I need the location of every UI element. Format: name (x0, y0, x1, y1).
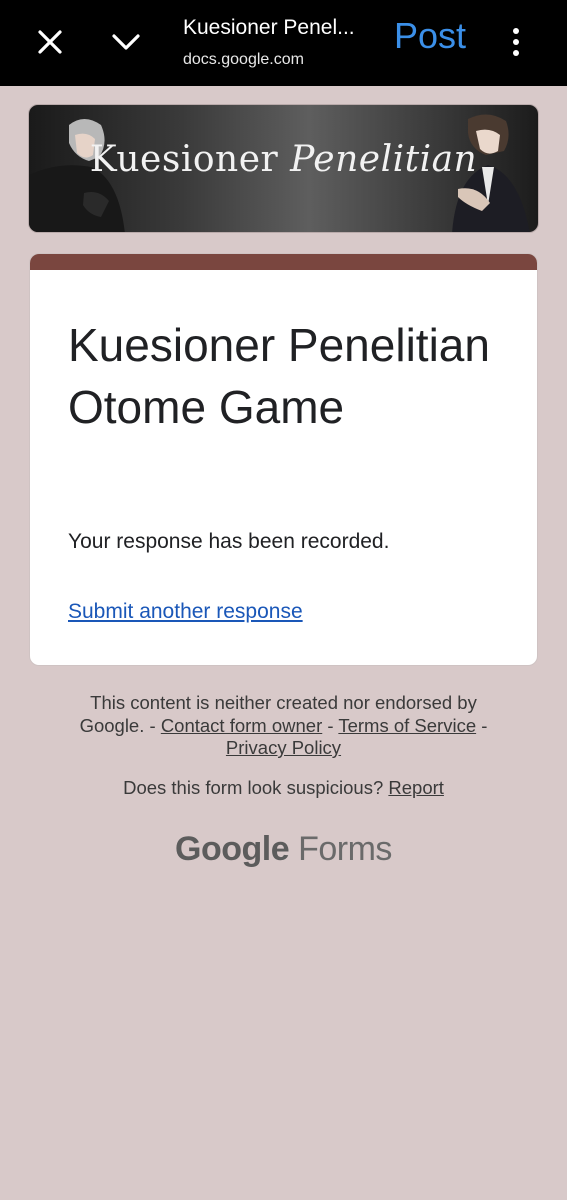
banner-title-italic: Penelitian (290, 139, 478, 180)
more-vert-icon[interactable] (496, 18, 536, 66)
separator: - (322, 714, 339, 736)
page-title: Kuesioner Penel... (183, 16, 355, 39)
terms-of-service-link[interactable]: Terms of Service (338, 715, 476, 736)
footer-disclaimer: This content is neither created nor endo… (60, 692, 507, 760)
suspicious-text: Does this form look suspicious? (123, 777, 389, 798)
submit-another-response-link[interactable]: Submit another response (68, 600, 303, 624)
confirmation-card: Kuesioner Penelitian Otome Game Your res… (29, 253, 538, 666)
forms-wordmark: Forms (298, 830, 392, 868)
form-header-banner: Kuesioner Penelitian (28, 104, 539, 233)
chevron-down-icon[interactable] (102, 18, 150, 66)
banner-title-main: Kuesioner (89, 139, 279, 180)
confirmation-message: Your response has been recorded. (68, 530, 390, 553)
banner-title: Kuesioner Penelitian (29, 139, 538, 180)
browser-top-bar: Kuesioner Penel... docs.google.com Post (0, 0, 567, 86)
page-title-group: Kuesioner Penel... docs.google.com (183, 14, 383, 70)
report-link[interactable]: Report (388, 777, 444, 798)
separator: - (476, 714, 488, 736)
google-wordmark: Google (175, 830, 290, 868)
google-forms-logo[interactable]: Google Forms (0, 830, 567, 869)
form-title: Kuesioner Penelitian Otome Game (68, 319, 490, 433)
privacy-policy-link[interactable]: Privacy Policy (226, 737, 341, 758)
card-accent-bar (30, 254, 537, 270)
post-button[interactable]: Post (394, 14, 466, 58)
report-line: Does this form look suspicious? Report (0, 777, 567, 799)
page-url: docs.google.com (183, 51, 304, 68)
contact-form-owner-link[interactable]: Contact form owner (161, 715, 322, 736)
close-icon[interactable] (26, 18, 74, 66)
